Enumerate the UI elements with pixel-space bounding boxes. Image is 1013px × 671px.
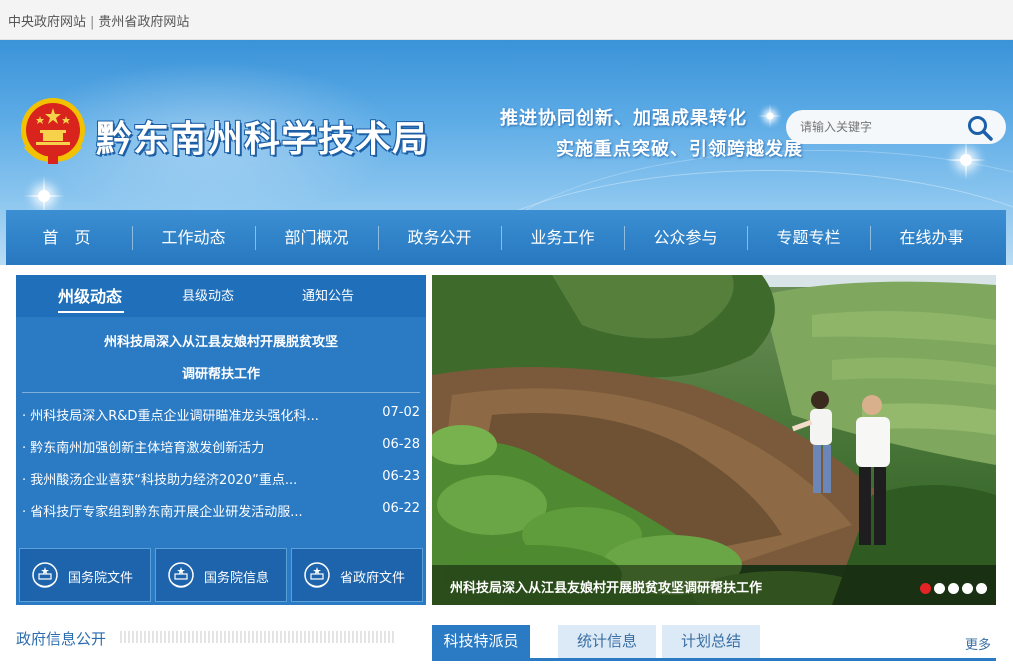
news-item-date: 06-22 (382, 501, 420, 516)
quick-link-state-council-docs[interactable]: 国务院文件 (19, 548, 151, 602)
tab-notices[interactable]: 通知公告 (302, 285, 354, 304)
news-item-title: · 我州酸汤企业喜获“科技助力经济2020”重点... (22, 473, 298, 488)
nav-item-home[interactable]: 首 页 (6, 210, 127, 265)
emblem-icon (32, 562, 58, 588)
quick-link-label: 国务院文件 (68, 571, 134, 586)
headline-line-2: 调研帮扶工作 (181, 367, 260, 382)
nav-item-business[interactable]: 业务工作 (501, 210, 624, 265)
news-list-item[interactable]: · 黔东南州加强创新主体培育激发创新活力 06-28 (22, 437, 420, 457)
sparkle-decoration (758, 104, 782, 128)
quick-link-label: 省政府文件 (340, 571, 406, 586)
search-icon[interactable] (966, 114, 994, 142)
site-title: 黔东南州科学技术局 (96, 119, 430, 160)
slider-dot[interactable] (920, 583, 931, 594)
news-item-title: · 州科技局深入R&D重点企业调研瞄准龙头强化科... (22, 409, 319, 424)
slide-photo (432, 275, 996, 605)
emblem-icon (168, 562, 194, 588)
photo-slider[interactable]: 州科技局深入从江县友娘村开展脱贫攻坚调研帮扶工作 (432, 275, 996, 605)
news-item-date: 06-28 (382, 437, 420, 452)
slider-dot[interactable] (934, 583, 945, 594)
bottom-tabs: 科技特派员 统计信息 计划总结 (432, 625, 996, 661)
emblem-icon (304, 562, 330, 588)
news-item-title: · 省科技厅专家组到黔东南开展企业研发活动服... (22, 505, 303, 520)
headline-line-1: 州科技局深入从江县友娘村开展脱贫攻坚 (103, 335, 338, 350)
quick-link-provincial-docs[interactable]: 省政府文件 (291, 548, 423, 602)
nav-item-online[interactable]: 在线办事 (870, 210, 993, 265)
news-panel: 州级动态 县级动态 通知公告 州科技局深入从江县友娘村开展脱贫攻坚 调研帮扶工作… (16, 275, 426, 605)
news-item-date: 06-23 (382, 469, 420, 484)
nav-item-department[interactable]: 部门概况 (255, 210, 378, 265)
more-link[interactable]: 更多 (965, 634, 991, 653)
national-emblem-icon[interactable] (18, 96, 88, 166)
tab-tech-commissioner[interactable]: 科技特派员 (432, 625, 530, 658)
active-tab-underline (58, 311, 124, 313)
news-headline[interactable]: 州科技局深入从江县友娘村开展脱贫攻坚 调研帮扶工作 (16, 327, 426, 391)
top-bar: 中央政府网站 | 贵州省政府网站 (0, 0, 1013, 40)
slider-dot[interactable] (948, 583, 959, 594)
news-list-item[interactable]: · 省科技厅专家组到黔东南开展企业研发活动服... 06-22 (22, 501, 420, 521)
guizhou-gov-link[interactable]: 贵州省政府网站 (98, 15, 189, 30)
quick-link-label: 国务院信息 (204, 571, 270, 586)
nav-item-public[interactable]: 公众参与 (624, 210, 747, 265)
news-list-item[interactable]: · 州科技局深入R&D重点企业调研瞄准龙头强化科... 07-02 (22, 405, 420, 425)
nav-item-special[interactable]: 专题专栏 (747, 210, 870, 265)
slogan-line-1: 推进协同创新、加强成果转化 (500, 108, 747, 129)
news-item-title: · 黔东南州加强创新主体培育激发创新活力 (22, 441, 265, 456)
tab-plan-summary[interactable]: 计划总结 (662, 625, 760, 658)
nav-item-work-news[interactable]: 工作动态 (132, 210, 255, 265)
nav-item-gov-affairs[interactable]: 政务公开 (378, 210, 501, 265)
slider-dot[interactable] (962, 583, 973, 594)
news-item-date: 07-02 (382, 405, 420, 420)
gov-info-title[interactable]: 政府信息公开 (16, 628, 106, 649)
tab-statistics[interactable]: 统计信息 (558, 625, 656, 658)
main-nav: 首 页 工作动态 部门概况 政务公开 业务工作 公众参与 专题专栏 在线办事 (6, 210, 1006, 265)
link-separator: | (90, 15, 95, 30)
slide-caption[interactable]: 州科技局深入从江县友娘村开展脱贫攻坚调研帮扶工作 (450, 577, 762, 596)
news-tabs: 州级动态 县级动态 通知公告 (16, 275, 426, 317)
gov-info-divider (120, 631, 395, 643)
headline-divider (22, 392, 420, 393)
search-input[interactable] (800, 117, 960, 137)
tab-prefecture-news[interactable]: 州级动态 (58, 283, 122, 307)
top-links: 中央政府网站 | 贵州省政府网站 (8, 11, 189, 30)
news-list-item[interactable]: · 我州酸汤企业喜获“科技助力经济2020”重点... 06-23 (22, 469, 420, 489)
tab-county-news[interactable]: 县级动态 (182, 285, 234, 304)
quick-link-state-council-info[interactable]: 国务院信息 (155, 548, 287, 602)
search-box (786, 110, 1006, 144)
slogan-line-2: 实施重点突破、引领跨越发展 (556, 139, 803, 160)
sparkle-decoration (946, 140, 986, 180)
central-gov-link[interactable]: 中央政府网站 (8, 15, 86, 30)
slider-dot[interactable] (976, 583, 987, 594)
